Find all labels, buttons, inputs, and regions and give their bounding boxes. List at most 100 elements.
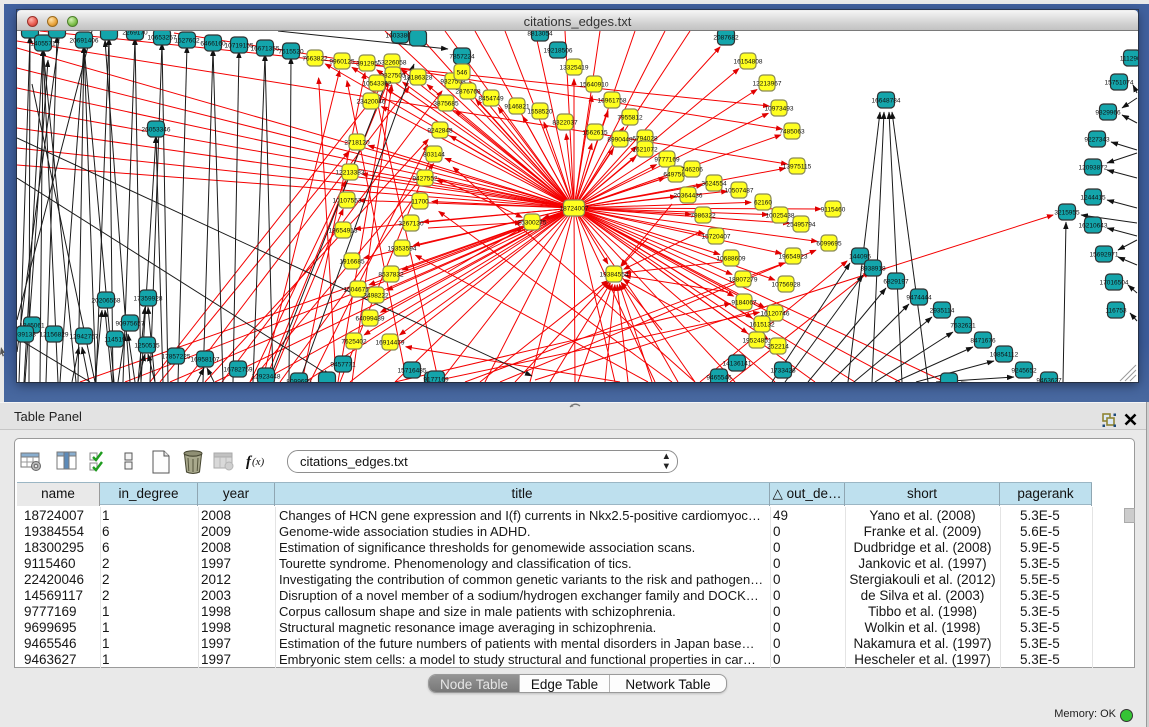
svg-text:18724007: 18724007 (560, 206, 589, 213)
svg-text:10653257: 10653257 (148, 35, 177, 42)
svg-text:20691406: 20691406 (70, 38, 99, 45)
svg-text:(x): (x) (252, 456, 265, 468)
svg-text:9463627: 9463627 (1036, 378, 1062, 383)
svg-text:1562615: 1562615 (582, 130, 608, 137)
svg-text:20364436: 20364436 (674, 193, 703, 200)
svg-text:7625402: 7625402 (341, 339, 367, 346)
svg-text:10543362: 10543362 (363, 81, 392, 88)
svg-text:939133: 939133 (17, 332, 36, 339)
svg-text:15720407: 15720407 (702, 234, 731, 241)
svg-text:7485063: 7485063 (779, 129, 805, 136)
svg-text:62160: 62160 (754, 200, 772, 207)
svg-text:1733426: 1733426 (770, 368, 796, 375)
svg-text:1916685: 1916685 (339, 259, 365, 266)
svg-text:3215955: 3215955 (1054, 210, 1080, 217)
svg-text:8813054: 8813054 (527, 31, 553, 38)
svg-text:9427552: 9427552 (412, 176, 438, 183)
svg-text:9457771: 9457771 (330, 362, 356, 369)
svg-text:17857225: 17857225 (162, 354, 191, 361)
svg-text:9777169: 9777169 (654, 157, 680, 164)
svg-text:7955812: 7955812 (617, 115, 643, 122)
svg-text:9474444: 9474444 (906, 295, 932, 302)
svg-text:2087682: 2087682 (713, 35, 739, 42)
svg-text:90975657: 90975657 (116, 321, 145, 328)
svg-text:16961758: 16961758 (598, 98, 627, 105)
svg-text:14136141: 14136141 (723, 361, 752, 368)
svg-text:10025438: 10025438 (766, 213, 795, 220)
svg-text:9245652: 9245652 (1011, 368, 1037, 375)
svg-text:546: 546 (457, 70, 468, 77)
svg-text:12942757: 12942757 (70, 334, 99, 341)
svg-text:25300275: 25300275 (518, 220, 547, 227)
svg-text:3498222: 3498222 (363, 293, 389, 300)
svg-text:16671355: 16671355 (251, 46, 280, 53)
svg-text:18186328: 18186328 (404, 75, 433, 82)
svg-text:16782759: 16782759 (224, 367, 253, 374)
svg-text:2876768: 2876768 (455, 89, 481, 96)
svg-text:252214: 252214 (767, 344, 789, 351)
svg-text:1244415: 1244415 (1080, 195, 1106, 202)
svg-text:9329966: 9329966 (1095, 110, 1121, 117)
svg-text:114519: 114519 (104, 337, 126, 344)
svg-text:9465546: 9465546 (706, 375, 732, 382)
svg-text:1527602: 1527602 (174, 38, 200, 45)
svg-text:116753: 116753 (1105, 308, 1127, 315)
svg-text:17359928: 17359928 (134, 296, 163, 303)
svg-text:8537832: 8537832 (378, 272, 404, 279)
svg-text:1250515: 1250515 (134, 343, 160, 350)
svg-text:2935114: 2935114 (930, 308, 955, 315)
svg-text:12093872: 12093872 (1079, 165, 1108, 172)
svg-text:16958107: 16958107 (191, 357, 220, 364)
svg-text:9227343: 9227343 (1084, 137, 1110, 144)
svg-text:10756928: 10756928 (772, 282, 801, 289)
svg-text:1615132: 1615132 (749, 322, 775, 329)
svg-text:1558520: 1558520 (527, 109, 553, 116)
svg-text:8938918: 8938918 (860, 266, 886, 273)
svg-text:10107553: 10107553 (333, 198, 362, 205)
svg-text:19384554: 19384554 (600, 272, 629, 279)
svg-text:17016504: 17016504 (1100, 280, 1129, 287)
svg-text:7986322: 7986322 (690, 213, 716, 220)
svg-text:3624554: 3624554 (701, 181, 727, 188)
svg-text:15640910: 15640910 (580, 82, 609, 89)
svg-text:10719155: 10719155 (225, 43, 254, 50)
svg-text:19654913: 19654913 (329, 228, 358, 235)
svg-text:13975115: 13975115 (783, 164, 812, 171)
svg-text:18807279: 18807279 (729, 277, 758, 284)
svg-text:64099489: 64099489 (356, 316, 385, 323)
svg-text:19218506: 19218506 (544, 48, 573, 55)
svg-text:8471676: 8471676 (970, 338, 996, 345)
svg-text:10688609: 10688609 (717, 256, 746, 263)
svg-text:19654923: 19654923 (779, 254, 808, 261)
svg-text:391295: 391295 (356, 61, 378, 68)
svg-text:746206: 746206 (681, 167, 703, 174)
svg-text:15716485: 15716485 (398, 368, 427, 375)
svg-text:9960125: 9960125 (329, 59, 355, 66)
svg-text:10973493: 10973493 (765, 106, 794, 113)
svg-text:10507487: 10507487 (725, 188, 754, 195)
svg-text:6099695: 6099695 (816, 241, 842, 248)
svg-text:1112904: 1112904 (1120, 56, 1138, 63)
svg-text:9242848: 9242848 (427, 128, 453, 135)
svg-text:803144: 803144 (423, 152, 445, 159)
svg-text:8322037: 8322037 (552, 120, 578, 127)
svg-text:9115460: 9115460 (821, 207, 846, 214)
svg-text:7663822: 7663822 (302, 56, 328, 63)
svg-text:6829197: 6829197 (883, 279, 909, 286)
svg-text:10854112: 10854112 (990, 352, 1019, 359)
svg-text:25495794: 25495794 (787, 222, 816, 229)
svg-text:3267130: 3267130 (398, 221, 424, 228)
svg-text:1621072: 1621072 (632, 147, 658, 154)
svg-text:15751074: 15751074 (1105, 80, 1134, 87)
svg-text:6466160: 6466160 (200, 41, 226, 48)
svg-text:8990448: 8990448 (607, 137, 633, 144)
svg-text:16914479: 16914479 (376, 340, 405, 347)
svg-text:3875685: 3875685 (433, 101, 459, 108)
svg-text:2718120: 2718120 (344, 140, 370, 147)
svg-text:26053346: 26053346 (142, 127, 171, 134)
svg-text:2269170: 2269170 (122, 31, 148, 37)
svg-text:16210643: 16210643 (1079, 223, 1108, 230)
svg-text:15692971: 15692971 (1090, 252, 1119, 259)
svg-text:23420046: 23420046 (357, 99, 386, 106)
svg-text:12213967: 12213967 (753, 81, 782, 88)
